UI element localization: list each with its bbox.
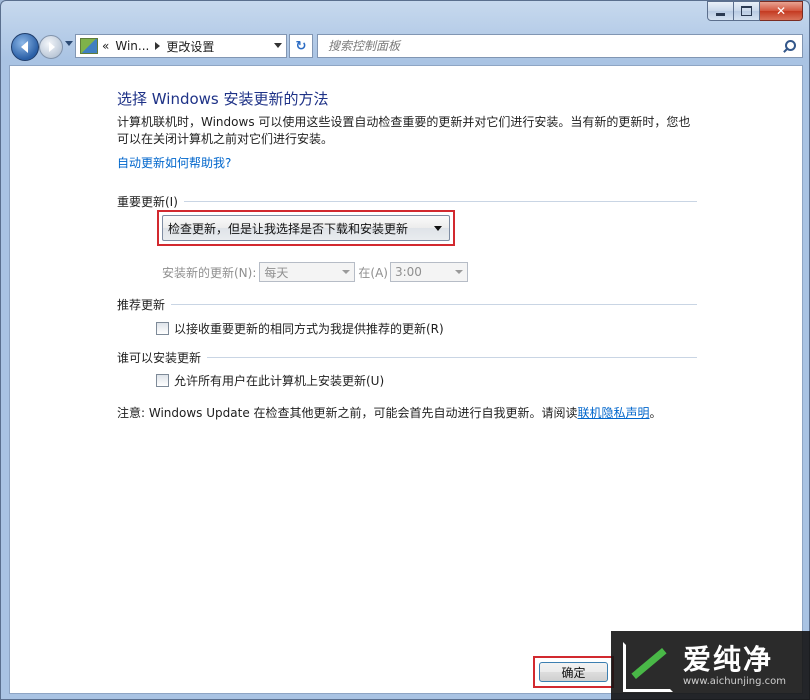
forward-button[interactable] — [39, 35, 63, 59]
section-divider — [171, 304, 697, 305]
address-bar[interactable]: « Win... 更改设置 — [75, 34, 287, 58]
refresh-button[interactable]: ↻ — [289, 34, 313, 58]
breadcrumb-current[interactable]: 更改设置 — [166, 38, 214, 55]
recommended-updates-checkbox-label[interactable]: 以接收重要更新的相同方式为我提供推荐的更新(R) — [174, 320, 444, 337]
site-watermark: 爱纯净 www.aichunjing.com — [611, 631, 810, 700]
important-updates-heading: 重要更新(I) — [117, 193, 697, 210]
breadcrumb-separator-icon[interactable] — [155, 42, 161, 50]
at-label: 在(A) — [358, 265, 388, 280]
day-select-value: 每天 — [264, 265, 289, 280]
refresh-icon: ↻ — [295, 38, 307, 54]
recommended-updates-heading: 推荐更新 — [117, 296, 697, 313]
close-button[interactable]: ✕ — [760, 1, 803, 21]
watermark-title: 爱纯净 — [683, 643, 774, 676]
breadcrumb-overflow[interactable]: « — [102, 39, 109, 53]
recommended-updates-checkbox[interactable] — [156, 322, 169, 335]
note-body: 注意: Windows Update 在检查其他更新之前，可能会首先自动进行自我… — [117, 406, 578, 420]
who-can-install-heading: 谁可以安装更新 — [117, 349, 697, 366]
breadcrumb-parent[interactable]: Win... — [115, 39, 149, 53]
watermark-url: www.aichunjing.com — [683, 676, 786, 687]
section-divider — [183, 201, 697, 202]
watermark-logo-icon — [621, 640, 677, 692]
address-dropdown-icon[interactable] — [274, 43, 282, 48]
chevron-down-icon — [434, 226, 442, 231]
forward-arrow-icon — [49, 42, 55, 52]
back-arrow-icon — [20, 41, 28, 53]
maximize-button[interactable] — [734, 1, 760, 21]
highlight-frame-select: 检查更新，但是让我选择是否下载和安装更新 — [157, 210, 455, 246]
section-divider — [207, 357, 697, 358]
all-users-install-checkbox[interactable] — [156, 374, 169, 387]
important-updates-selected-value: 检查更新，但是让我选择是否下载和安装更新 — [168, 221, 409, 236]
install-schedule-row: 安装新的更新(N): 每天 在(A) 3:00 — [162, 262, 468, 282]
watermark-text: 爱纯净 www.aichunjing.com — [683, 643, 786, 688]
recommended-updates-option[interactable]: 以接收重要更新的相同方式为我提供推荐的更新(R) — [156, 320, 444, 337]
all-users-install-checkbox-label[interactable]: 允许所有用户在此计算机上安装更新(U) — [174, 372, 384, 389]
note-suffix: 。 — [649, 406, 662, 420]
search-input[interactable] — [326, 38, 782, 54]
who-can-install-label: 谁可以安装更新 — [117, 351, 202, 365]
page-title: 选择 Windows 安装更新的方法 — [117, 90, 329, 108]
caption-buttons: ✕ — [707, 1, 803, 21]
highlight-frame-ok: 确定 — [533, 656, 614, 688]
close-icon: ✕ — [775, 4, 787, 18]
all-users-install-option[interactable]: 允许所有用户在此计算机上安装更新(U) — [156, 372, 384, 389]
control-panel-icon — [80, 38, 98, 54]
back-button[interactable] — [11, 33, 39, 61]
minimize-icon — [716, 12, 725, 16]
install-new-updates-label: 安装新的更新(N): — [162, 265, 257, 280]
intro-text: 计算机联机时，Windows 可以使用这些设置自动检查重要的更新并对它们进行安装… — [117, 115, 691, 146]
chevron-down-icon — [342, 270, 351, 274]
chevron-down-icon — [454, 270, 463, 274]
search-box[interactable] — [317, 34, 803, 58]
day-select[interactable]: 每天 — [259, 262, 356, 282]
content-pane: 选择 Windows 安装更新的方法 计算机联机时，Windows 可以使用这些… — [9, 65, 803, 694]
time-select-value: 3:00 — [394, 265, 422, 279]
minimize-button[interactable] — [707, 1, 734, 21]
note-text: 注意: Windows Update 在检查其他更新之前，可能会首先自动进行自我… — [117, 404, 662, 421]
control-panel-window: ✕ « Win... 更改设置 ↻ 选择 Windows 安 — [0, 0, 810, 700]
ok-button[interactable]: 确定 — [539, 662, 608, 682]
navigation-bar: « Win... 更改设置 ↻ — [9, 32, 803, 61]
ok-button-label: 确定 — [561, 665, 586, 680]
recent-pages-dropdown[interactable] — [65, 41, 73, 46]
help-link[interactable]: 自动更新如何帮助我? — [117, 154, 231, 171]
privacy-statement-link[interactable]: 联机隐私声明 — [578, 406, 650, 420]
important-updates-label: 重要更新(I) — [117, 195, 178, 209]
recommended-updates-label: 推荐更新 — [117, 298, 166, 312]
search-icon[interactable] — [782, 39, 796, 53]
important-updates-select[interactable]: 检查更新，但是让我选择是否下载和安装更新 — [162, 215, 450, 241]
time-select[interactable]: 3:00 — [389, 262, 468, 282]
maximize-icon — [741, 6, 752, 16]
